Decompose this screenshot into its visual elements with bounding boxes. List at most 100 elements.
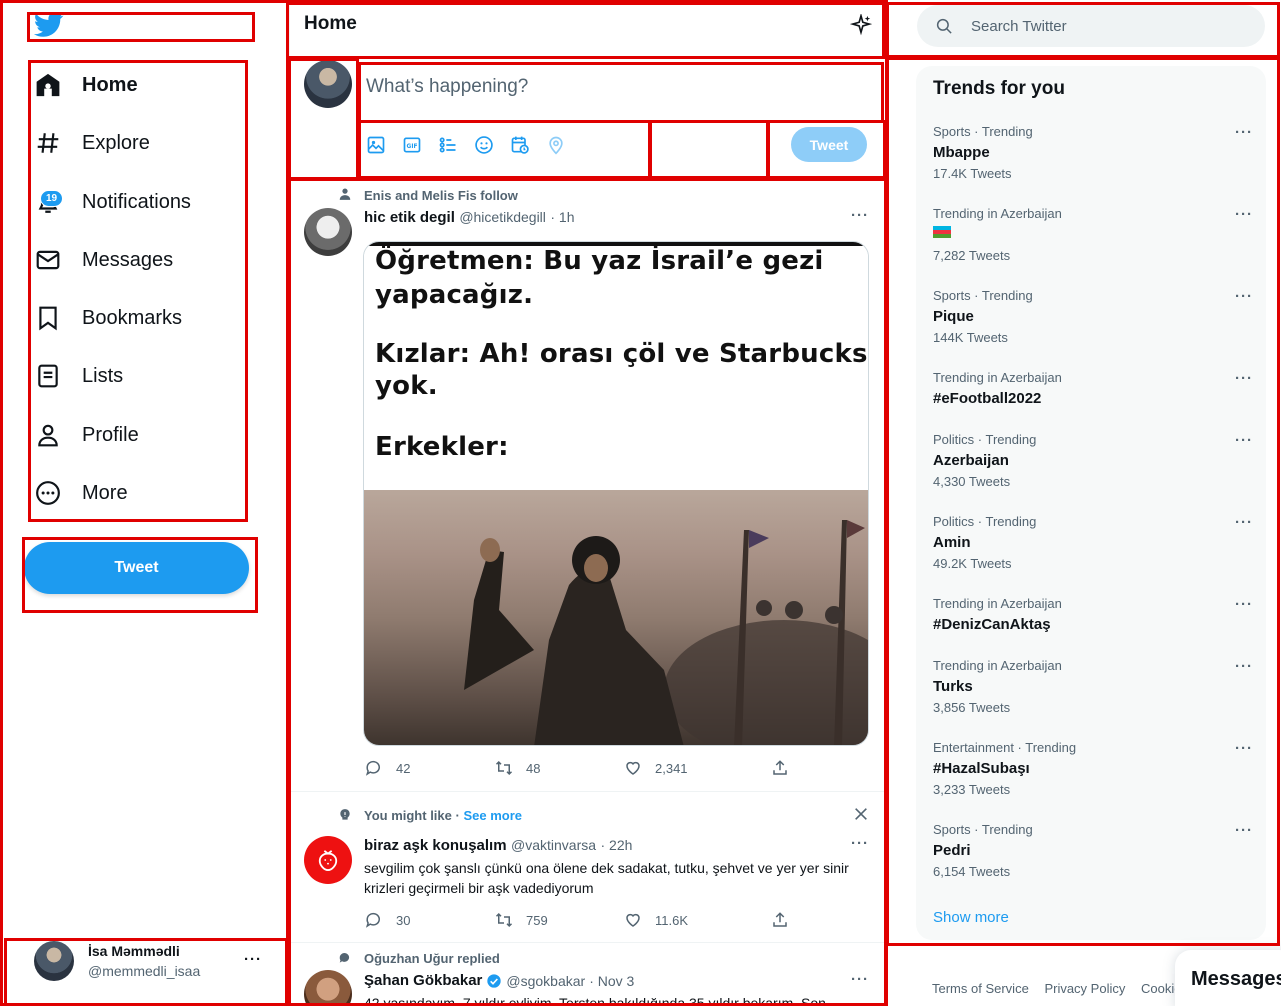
compose-tweet-button[interactable]: Tweet [791,127,867,162]
schedule-icon[interactable] [510,135,530,160]
trend-more-icon[interactable]: ··· [1235,822,1253,839]
trend-more-icon[interactable]: ··· [1235,288,1253,305]
sidebar-item-label: Bookmarks [82,306,183,329]
sidebar-item-more[interactable]: More [34,470,128,516]
divider [290,791,885,792]
reply-button[interactable]: 42 [364,758,410,778]
search-icon [935,17,953,35]
trend-more-icon[interactable]: ··· [1235,432,1253,449]
left-sidebar: Home Explore 19 Notifications Messages B… [0,0,288,1006]
trend-more-icon[interactable]: ··· [1235,740,1253,757]
notification-count-badge: 19 [40,190,64,207]
tweet-more-icon[interactable]: ··· [851,971,869,988]
trend-count: 3,856 Tweets [933,700,1011,715]
sidebar-item-messages[interactable]: Messages [34,237,173,283]
compose-avatar[interactable] [304,60,352,108]
footer-link-terms[interactable]: Terms of Service [932,981,1029,996]
trend-item[interactable]: Politics · Trending Amin 49.2K Tweets ··… [933,514,1253,571]
follow-context-icon [338,187,352,206]
meme-caption-area: Öğretmen: Bu yaz İsrail’e gezi yapacağız… [364,242,868,490]
meme-caption-line: yok. [375,371,438,401]
see-more-link[interactable]: See more [463,808,522,823]
tweet-header: Şahan Gökbakar @sgokbakar · Nov 3 [364,972,634,989]
divider [290,942,885,943]
reply-count: 42 [396,760,411,776]
sidebar-item-notifications[interactable]: 19 Notifications [34,179,191,225]
sparkle-icon[interactable] [849,12,873,41]
trend-item[interactable]: Sports · Trending Pedri 6,154 Tweets ··· [933,822,1253,879]
messages-drawer[interactable]: Messages [1175,950,1281,1006]
trend-more-icon[interactable]: ··· [1235,514,1253,531]
tweet-author-handle[interactable]: @sgokbakar [506,973,585,989]
retweet-button[interactable]: 48 [494,758,540,778]
sidebar-item-home[interactable]: Home [34,62,138,108]
tweet-author-name[interactable]: Şahan Gökbakar [364,972,482,989]
reply-button[interactable]: 30 [364,910,410,930]
verified-icon [486,973,502,989]
trend-item[interactable]: Trending in Azerbaijan #DenizCanAktaş ··… [933,596,1253,633]
account-avatar[interactable] [34,941,74,981]
tweet-more-icon[interactable]: ··· [851,207,869,224]
home-icon [34,71,62,99]
search-input[interactable]: Search Twitter [917,5,1265,47]
tweet-more-icon[interactable]: ··· [851,835,869,852]
trend-item[interactable]: Sports · Trending Pique 144K Tweets ··· [933,288,1253,345]
like-button[interactable]: 11.6K [623,910,688,930]
trend-item[interactable]: Sports · Trending Mbappe 17.4K Tweets ··… [933,124,1253,181]
sidebar-item-bookmarks[interactable]: Bookmarks [34,295,182,341]
share-icon [770,910,790,930]
tweet-author-avatar[interactable] [304,836,352,884]
tweet-time[interactable]: · 22h [601,837,633,853]
twitter-logo-icon[interactable] [33,12,64,38]
suggestion-icon [338,808,352,827]
trend-name: Mbappe [933,144,990,161]
share-button[interactable] [770,758,802,778]
tweet-time[interactable]: · 1h [550,209,574,225]
tweet-time[interactable]: · Nov 3 [589,973,634,989]
sidebar-item-explore[interactable]: Explore [34,120,150,166]
heart-icon [623,758,643,778]
footer-link-privacy[interactable]: Privacy Policy [1044,981,1125,996]
meme-caption-line: Erkekler: [375,432,509,462]
sidebar-item-profile[interactable]: Profile [34,412,139,458]
tweet-header: hic etik degil @hicetikdegill · 1h [364,209,574,227]
close-icon[interactable] [853,806,869,827]
trend-more-icon[interactable]: ··· [1235,596,1253,613]
tweet-author-avatar[interactable] [304,208,352,256]
tweet-author-handle[interactable]: @vaktinvarsa [511,837,596,853]
poll-icon[interactable] [438,135,458,160]
account-menu-icon[interactable]: ··· [244,951,262,968]
sidebar-item-label: Lists [82,364,124,387]
heart-icon [623,910,643,930]
search-placeholder: Search Twitter [971,17,1067,35]
tweet-button[interactable]: Tweet [24,542,249,594]
tweet-author-avatar[interactable] [304,970,352,1006]
trend-more-icon[interactable]: ··· [1235,206,1253,223]
sidebar-item-label: Explore [82,131,150,154]
location-icon[interactable] [546,135,566,160]
show-more-link[interactable]: Show more [933,909,1009,926]
bell-icon: 19 [34,188,64,216]
trend-more-icon[interactable]: ··· [1235,658,1253,675]
trend-item[interactable]: Entertainment · Trending #HazalSubaşı 3,… [933,740,1253,797]
trend-item[interactable]: Trending in Azerbaijan #eFootball2022 ··… [933,370,1253,407]
share-button[interactable] [770,910,802,930]
compose-input[interactable]: What’s happening? [366,76,528,98]
trend-item[interactable]: Trending in Azerbaijan 7,282 Tweets ··· [933,206,1253,263]
sidebar-item-lists[interactable]: Lists [34,353,123,399]
trend-item[interactable]: Trending in Azerbaijan Turks 3,856 Tweet… [933,658,1253,715]
media-icon[interactable] [366,135,386,160]
trend-count: 144K Tweets [933,330,1008,345]
trend-count: 6,154 Tweets [933,864,1011,879]
tweet-media-image[interactable]: Öğretmen: Bu yaz İsrail’e gezi yapacağız… [363,241,869,746]
tweet-author-name[interactable]: hic etik degil [364,209,455,226]
like-button[interactable]: 2,341 [623,758,688,778]
emoji-icon[interactable] [474,135,494,160]
trend-more-icon[interactable]: ··· [1235,370,1253,387]
tweet-author-name[interactable]: biraz aşk konuşalım [364,837,507,854]
trend-more-icon[interactable]: ··· [1235,124,1253,141]
retweet-button[interactable]: 759 [494,910,548,930]
gif-icon[interactable]: GIF [402,135,422,160]
tweet-author-handle[interactable]: @hicetikdegill [459,209,546,225]
trend-item[interactable]: Politics · Trending Azerbaijan 4,330 Twe… [933,432,1253,489]
